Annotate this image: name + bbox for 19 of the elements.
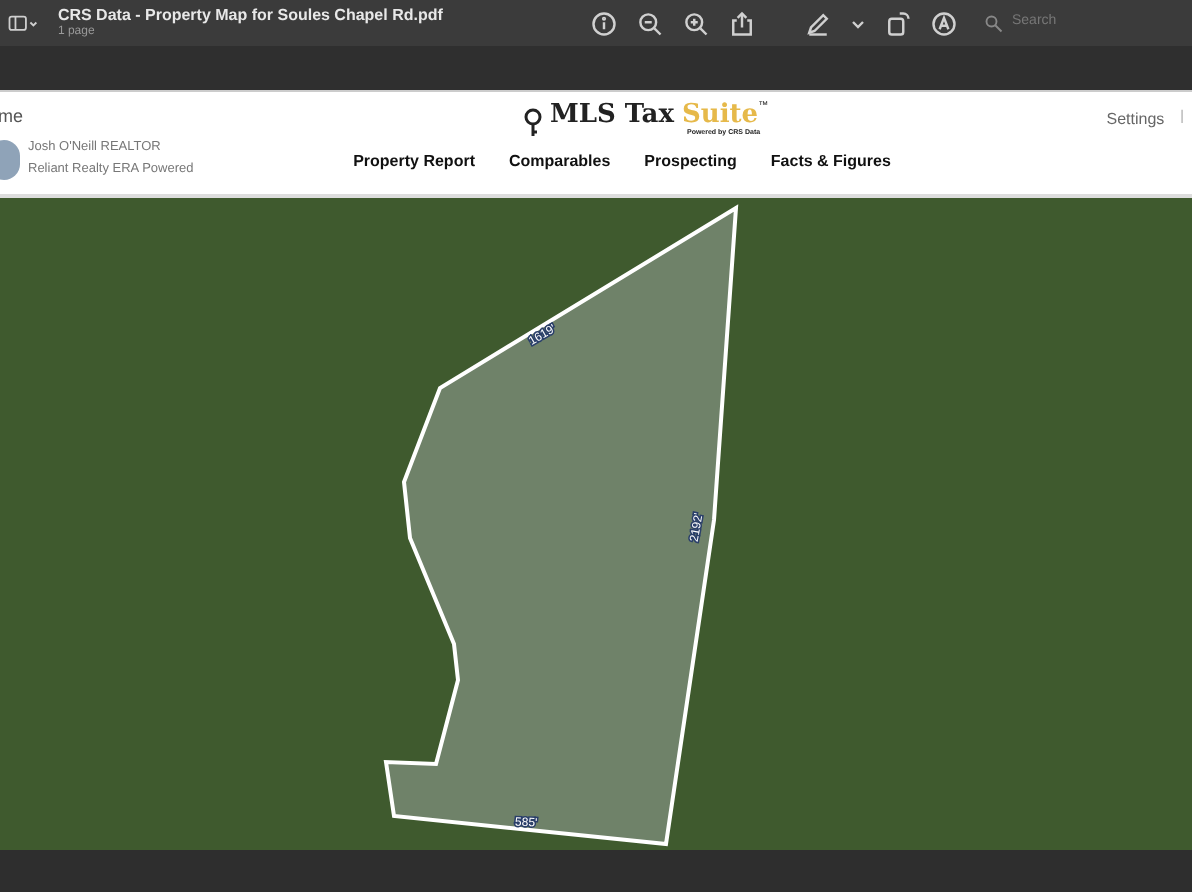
settings-link[interactable]: Settings (1106, 108, 1165, 132)
share-icon[interactable] (728, 9, 756, 37)
zoom-in-icon[interactable] (682, 9, 710, 37)
nav-link[interactable]: Facts & Figures (770, 150, 891, 175)
nav-link[interactable]: Property Report (353, 150, 475, 175)
document-title: CRS Data - Property Map for Soules Chapel Rd.pdf (57, 8, 445, 24)
nav-link[interactable]: Prospecting (644, 150, 737, 175)
info-icon[interactable] (590, 9, 618, 37)
key-logo-icon (523, 108, 542, 139)
logo-accent: Suite (682, 102, 759, 128)
logo-text: MLS Tax (549, 102, 674, 128)
rotate-icon[interactable] (884, 9, 912, 37)
search-icon (984, 13, 1004, 33)
pen-icon[interactable] (804, 9, 832, 37)
zoom-out-icon[interactable] (636, 9, 664, 37)
nav-link[interactable]: Comparables (508, 150, 611, 175)
sidebar-toggle-icon[interactable] (8, 11, 38, 35)
caret-icon[interactable] (850, 15, 866, 31)
markup-icon[interactable] (930, 9, 958, 37)
